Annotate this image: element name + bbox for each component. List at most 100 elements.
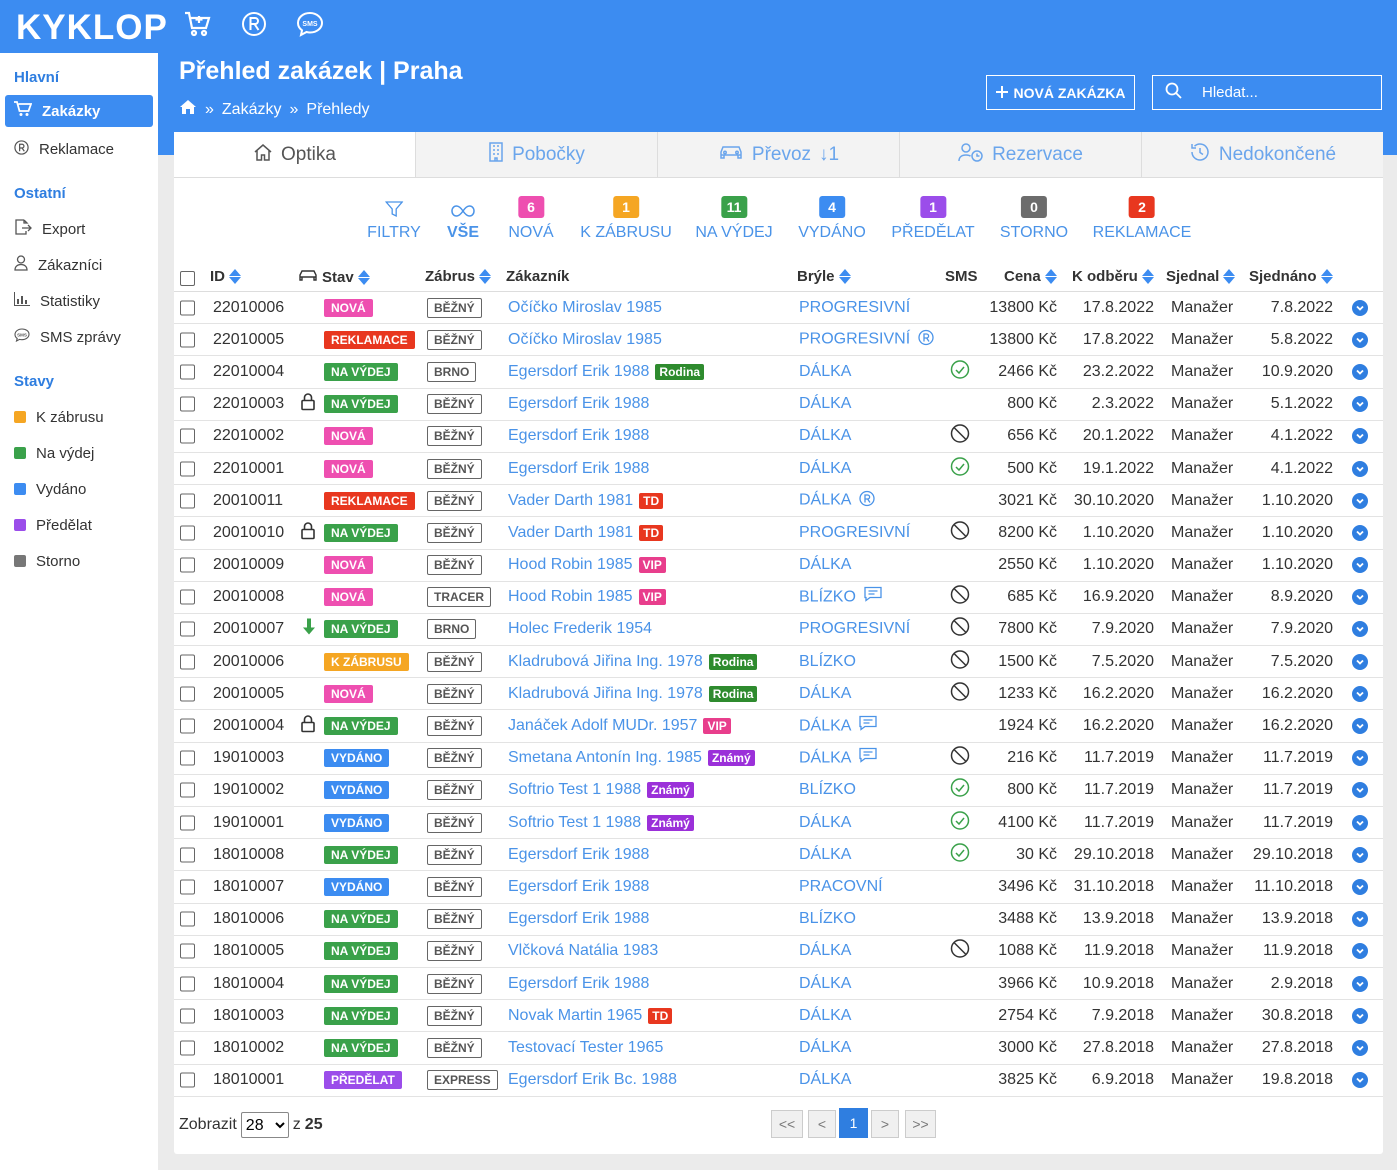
customer-link[interactable]: Smetana Antonín Ing. 1985 xyxy=(508,749,702,767)
customer-link[interactable]: Vlčková Natália 1983 xyxy=(508,942,658,960)
sidebar-item-sms[interactable]: SMS SMS zprávy xyxy=(0,319,158,355)
glasses-link[interactable]: DÁLKA xyxy=(799,685,851,703)
status-badge[interactable]: NA VÝDEJ xyxy=(324,942,398,961)
row-actions-button[interactable] xyxy=(1352,1007,1368,1024)
table-row[interactable]: 18010004 NA VÝDEJ BĚŽNÝ Egersdorf Erik 1988… xyxy=(174,968,1383,1001)
filter-k-zabrusu[interactable]: 1 K ZÁBRUSU xyxy=(580,192,672,242)
status-badge[interactable]: VYDÁNO xyxy=(324,877,390,896)
customer-link[interactable]: Egersdorf Erik 1988 xyxy=(508,363,649,381)
row-actions-button[interactable] xyxy=(1352,492,1368,509)
status-badge[interactable]: NA VÝDEJ xyxy=(324,523,398,542)
status-badge[interactable]: PŘEDĚLAT xyxy=(324,1071,402,1090)
status-badge[interactable]: REKLAMACE xyxy=(324,330,415,349)
row-checkbox[interactable] xyxy=(180,686,195,702)
row-checkbox[interactable] xyxy=(180,879,195,895)
table-row[interactable]: 18010001 PŘEDĚLAT EXPRESS Egersdorf Erik Bc… xyxy=(174,1065,1383,1097)
row-checkbox[interactable] xyxy=(180,1040,195,1056)
row-checkbox[interactable] xyxy=(180,461,195,477)
status-badge[interactable]: K ZÁBRUSU xyxy=(324,652,409,671)
glasses-link[interactable]: DÁLKA xyxy=(799,492,851,510)
table-row[interactable]: 20010004 NA VÝDEJ BĚŽNÝ Janáček Adolf MUDr.… xyxy=(174,710,1383,743)
customer-link[interactable]: Holec Frederik 1954 xyxy=(508,620,652,638)
registered-icon[interactable] xyxy=(238,10,270,38)
status-badge[interactable]: NOVÁ xyxy=(324,427,373,446)
sidebar-item-reklamace[interactable]: Reklamace xyxy=(0,131,158,167)
sidebar-item-export[interactable]: Export xyxy=(0,211,158,247)
glasses-link[interactable]: DÁLKA xyxy=(799,846,851,864)
table-row[interactable]: 22010004 NA VÝDEJ BRNO Egersdorf Erik 1988 R… xyxy=(174,356,1383,389)
row-checkbox[interactable] xyxy=(180,332,195,348)
customer-link[interactable]: Egersdorf Erik 1988 xyxy=(508,427,649,445)
col-sjednano[interactable]: Sjednáno xyxy=(1249,268,1333,285)
row-actions-button[interactable] xyxy=(1352,975,1368,992)
next-page-button[interactable]: > xyxy=(871,1110,899,1138)
row-checkbox[interactable] xyxy=(180,621,195,637)
status-badge[interactable]: NOVÁ xyxy=(324,298,373,317)
status-badge[interactable]: NA VÝDEJ xyxy=(324,717,398,736)
row-actions-button[interactable] xyxy=(1352,718,1368,735)
tab-rezervace[interactable]: Rezervace xyxy=(899,132,1141,177)
table-row[interactable]: 20010006 K ZÁBRUSU BĚŽNÝ Kladrubová Jiřina … xyxy=(174,646,1383,679)
filter-vse[interactable]: VŠE xyxy=(447,192,479,242)
row-checkbox[interactable] xyxy=(180,718,195,734)
row-actions-button[interactable] xyxy=(1352,621,1368,638)
page-1-button[interactable]: 1 xyxy=(839,1108,868,1138)
customer-link[interactable]: Hood Robin 1985 xyxy=(508,588,633,606)
customer-link[interactable]: Egersdorf Erik 1988 xyxy=(508,395,649,413)
glasses-link[interactable]: PROGRESIVNÍ xyxy=(799,620,910,638)
filter-storno[interactable]: 0 STORNO xyxy=(1000,192,1068,242)
filter-vydano[interactable]: 4 VYDÁNO xyxy=(798,192,866,242)
tab-pobocky[interactable]: Pobočky xyxy=(415,132,657,177)
glasses-link[interactable]: DÁLKA xyxy=(799,1039,851,1057)
status-badge[interactable]: VYDÁNO xyxy=(324,781,390,800)
status-badge[interactable]: NA VÝDEJ xyxy=(324,1006,398,1025)
row-checkbox[interactable] xyxy=(180,364,195,380)
row-actions-button[interactable] xyxy=(1352,911,1368,928)
customer-link[interactable]: Janáček Adolf MUDr. 1957 xyxy=(508,717,697,735)
row-actions-button[interactable] xyxy=(1352,750,1368,767)
glasses-link[interactable]: DÁLKA xyxy=(799,1007,851,1025)
row-checkbox[interactable] xyxy=(180,750,195,766)
glasses-link[interactable]: DÁLKA xyxy=(799,1071,851,1089)
sidebar-item-predelat[interactable]: Předělat xyxy=(0,507,158,543)
sidebar-item-zakaznici[interactable]: Zákazníci xyxy=(0,247,158,283)
row-checkbox[interactable] xyxy=(180,815,195,831)
row-actions-button[interactable] xyxy=(1352,782,1368,799)
row-actions-button[interactable] xyxy=(1352,1072,1368,1089)
filter-nova[interactable]: 6 NOVÁ xyxy=(508,192,554,242)
glasses-link[interactable]: BLÍZKO xyxy=(799,588,856,606)
table-row[interactable]: 20010005 NOVÁ BĚŽNÝ Kladrubová Jiřina Ing. … xyxy=(174,678,1383,711)
status-badge[interactable]: REKLAMACE xyxy=(324,491,415,510)
tab-optika[interactable]: Optika xyxy=(174,132,415,177)
table-row[interactable]: 18010002 NA VÝDEJ BĚŽNÝ Testovací Tester 19… xyxy=(174,1032,1383,1065)
customer-link[interactable]: Egersdorf Erik 1988 xyxy=(508,846,649,864)
table-row[interactable]: 20010007 NA VÝDEJ BRNO Holec Frederik 1954 P… xyxy=(174,614,1383,647)
glasses-link[interactable]: DÁLKA xyxy=(799,427,851,445)
table-row[interactable]: 22010001 NOVÁ BĚŽNÝ Egersdorf Erik 1988 DÁLK… xyxy=(174,453,1383,486)
customer-link[interactable]: Egersdorf Erik 1988 xyxy=(508,910,649,928)
table-row[interactable]: 18010006 NA VÝDEJ BĚŽNÝ Egersdorf Erik 1988… xyxy=(174,904,1383,936)
row-checkbox[interactable] xyxy=(180,847,195,863)
customer-link[interactable]: Kladrubová Jiřina Ing. 1978 xyxy=(508,685,703,703)
col-sjednal[interactable]: Sjednal xyxy=(1166,268,1236,285)
customer-link[interactable]: Očíčko Miroslav 1985 xyxy=(508,331,662,349)
customer-link[interactable]: Vader Darth 1981 xyxy=(508,524,633,542)
status-badge[interactable]: NA VÝDEJ xyxy=(324,1038,398,1057)
glasses-link[interactable]: BLÍZKO xyxy=(799,781,856,799)
table-row[interactable]: 22010003 NA VÝDEJ BĚŽNÝ Egersdorf Erik 1988… xyxy=(174,389,1383,421)
sidebar-item-statistiky[interactable]: Statistiky xyxy=(0,283,158,319)
glasses-link[interactable]: DÁLKA xyxy=(799,460,851,478)
glasses-link[interactable]: DÁLKA xyxy=(799,814,851,832)
col-id[interactable]: ID xyxy=(210,268,241,285)
table-row[interactable]: 18010005 NA VÝDEJ BĚŽNÝ Vlčková Natália 198… xyxy=(174,936,1383,968)
sms-icon[interactable]: SMS xyxy=(294,10,326,38)
row-actions-button[interactable] xyxy=(1352,814,1368,831)
customer-link[interactable]: Kladrubová Jiřina Ing. 1978 xyxy=(508,653,703,671)
row-checkbox[interactable] xyxy=(180,976,195,992)
table-row[interactable]: 22010005 REKLAMACE BĚŽNÝ Očíčko Miroslav 19… xyxy=(174,324,1383,357)
status-badge[interactable]: NA VÝDEJ xyxy=(324,974,398,993)
filter-na-vydej[interactable]: 11 NA VÝDEJ xyxy=(695,192,773,242)
table-row[interactable]: 22010002 NOVÁ BĚŽNÝ Egersdorf Erik 1988 DÁLK… xyxy=(174,421,1383,453)
tab-nedokoncene[interactable]: Nedokončené xyxy=(1141,132,1383,177)
sidebar-item-k-zabrusu[interactable]: K zábrusu xyxy=(0,399,158,435)
